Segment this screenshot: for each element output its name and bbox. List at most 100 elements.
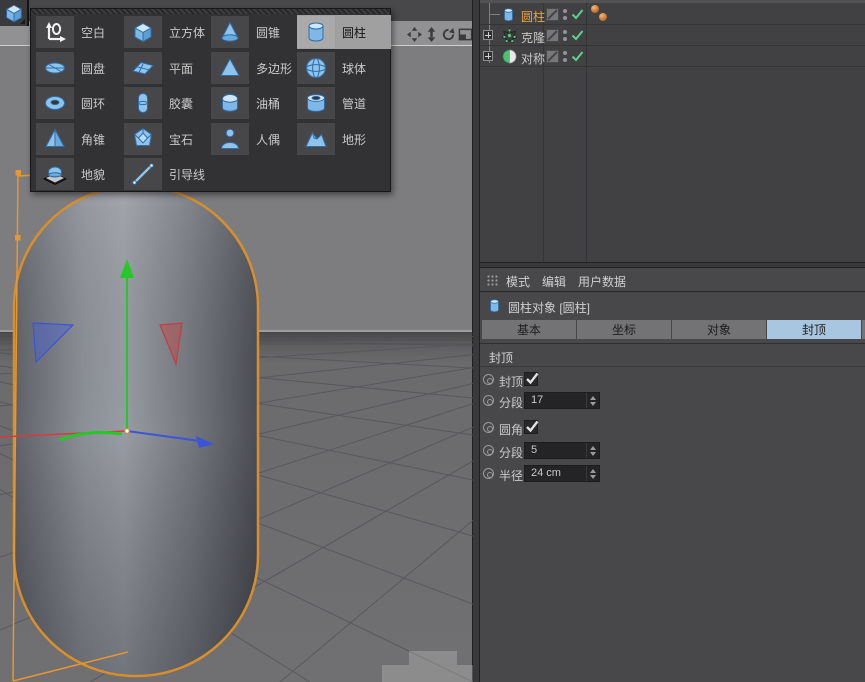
cylinder-icon [488,298,501,314]
prop-row-caps: 封顶 [480,371,865,389]
menu-item-pyramid[interactable]: 角锥 [36,122,122,156]
menu-item-guide[interactable]: 引导线 [124,157,210,191]
torus-icon [42,90,68,116]
cap-segments-input[interactable]: 17 [524,392,600,409]
fillet-checkbox[interactable] [524,420,538,434]
fillet-radius-input[interactable]: 24 cm [524,465,600,482]
spinner-arrows[interactable] [586,466,599,481]
menu-item-sphere[interactable]: 球体 [297,51,383,85]
figure-icon [217,126,243,152]
enabled-check-icon[interactable] [571,29,584,42]
spinner-arrows[interactable] [586,443,599,458]
keyframe-circle-icon[interactable] [483,395,494,406]
layer-swatch-icon[interactable] [546,29,559,42]
right-panel: 圆柱 克隆 [480,0,865,682]
menu-item-cone[interactable]: 圆锥 [211,15,297,49]
attribute-manager: 模式 编辑 用户数据 圆柱对象 [圆柱] 基本 坐标 对象 封顶 封顶 封顶 [480,268,865,682]
pyramid-icon [42,126,68,152]
panel-divider[interactable] [472,0,480,682]
disc-icon [42,55,68,81]
object-name[interactable]: 圆柱 [521,8,545,25]
section-header-caps[interactable]: 封顶 [489,349,513,366]
tab-basic[interactable]: 基本 [482,320,576,339]
sphere-icon [303,55,329,81]
plane-icon [130,55,156,81]
caps-checkbox[interactable] [524,372,538,386]
spinner-arrows[interactable] [586,393,599,408]
menu-item-cube[interactable]: 立方体 [124,15,210,49]
menu-user-data[interactable]: 用户数据 [578,273,626,290]
cloner-icon [502,28,517,43]
capsule-icon [130,90,156,116]
object-row-cylinder[interactable]: 圆柱 [480,4,865,25]
menu-item-relief[interactable]: 地貌 [36,157,122,191]
menu-item-null[interactable]: 空白 [36,15,122,49]
polygon-icon [217,55,243,81]
gem-icon [130,126,156,152]
menu-edit[interactable]: 编辑 [542,273,566,290]
expand-toggle[interactable] [483,30,493,40]
layer-swatch-icon[interactable] [546,50,559,63]
menu-tearoff-strip[interactable] [31,9,390,14]
menu-item-tube[interactable]: 管道 [297,86,383,120]
object-row-cloner[interactable]: 克隆 [480,25,865,46]
cylinder-icon [502,7,515,23]
keyframe-circle-icon[interactable] [483,445,494,456]
prop-row-fillet-segments: 分段 5 [480,442,865,460]
enabled-check-icon[interactable] [571,50,584,63]
check-icon [525,420,540,433]
menu-item-oil-tank[interactable]: 油桶 [211,86,297,120]
layer-swatch-icon[interactable] [546,8,559,21]
menu-item-landscape[interactable]: 地形 [297,122,383,156]
attribute-manager-menubar: 模式 编辑 用户数据 [480,268,865,292]
fillet-segments-input[interactable]: 5 [524,442,600,459]
keyframe-circle-icon[interactable] [483,374,494,385]
menu-item-torus[interactable]: 圆环 [36,86,122,120]
relief-icon [42,161,68,187]
enabled-check-icon[interactable] [571,8,584,21]
null-icon [42,19,68,45]
oil-tank-icon [217,90,243,116]
expand-toggle[interactable] [483,51,493,61]
visibility-dots[interactable] [563,9,568,21]
check-icon [525,372,540,385]
cylinder-icon [303,19,329,45]
object-tag-icon[interactable] [591,5,599,13]
capsule-object[interactable] [8,182,264,682]
menu-item-gem[interactable]: 宝石 [124,122,210,156]
panel-grip-icon[interactable] [487,275,499,286]
tab-caps[interactable]: 封顶 [767,320,861,339]
zoom-view-icon[interactable] [424,27,439,42]
maximize-view-icon[interactable] [458,27,473,42]
menu-mode[interactable]: 模式 [506,273,530,290]
object-row-symmetry[interactable]: 对称 [480,46,865,67]
selection-outline [14,186,258,676]
tab-coordinates[interactable]: 坐标 [577,320,671,339]
visibility-dots[interactable] [563,30,568,42]
object-manager-scroll-strip[interactable] [480,0,865,3]
rotate-view-icon[interactable] [441,27,456,42]
prop-row-fillet-radius: 半径 24 cm [480,465,865,483]
primitives-dropdown-menu: 空白 圆盘 圆环 角锥 地貌 [30,8,391,192]
pan-view-icon[interactable] [407,27,422,42]
cone-icon [217,19,243,45]
menu-item-cylinder[interactable]: 圆柱 [297,15,391,49]
tab-object[interactable]: 对象 [672,320,766,339]
object-manager: 圆柱 克隆 [480,0,865,262]
object-tag-icon[interactable] [599,13,607,21]
menu-item-capsule[interactable]: 胶囊 [124,86,210,120]
menu-item-plane[interactable]: 平面 [124,51,210,85]
keyframe-circle-icon[interactable] [483,422,494,433]
prop-row-fillet: 圆角 [480,419,865,437]
symmetry-icon [502,49,517,64]
keyframe-circle-icon[interactable] [483,468,494,479]
landscape-icon [303,126,329,152]
dropdown-corner-triangle [20,19,25,24]
object-name[interactable]: 克隆 [521,29,545,46]
menu-item-figure[interactable]: 人偶 [211,122,297,156]
object-name[interactable]: 对称 [521,50,545,67]
cube-primitive-toolbar-button[interactable] [0,0,29,26]
visibility-dots[interactable] [563,51,568,63]
menu-item-disc[interactable]: 圆盘 [36,51,122,85]
menu-item-polygon[interactable]: 多边形 [211,51,297,85]
